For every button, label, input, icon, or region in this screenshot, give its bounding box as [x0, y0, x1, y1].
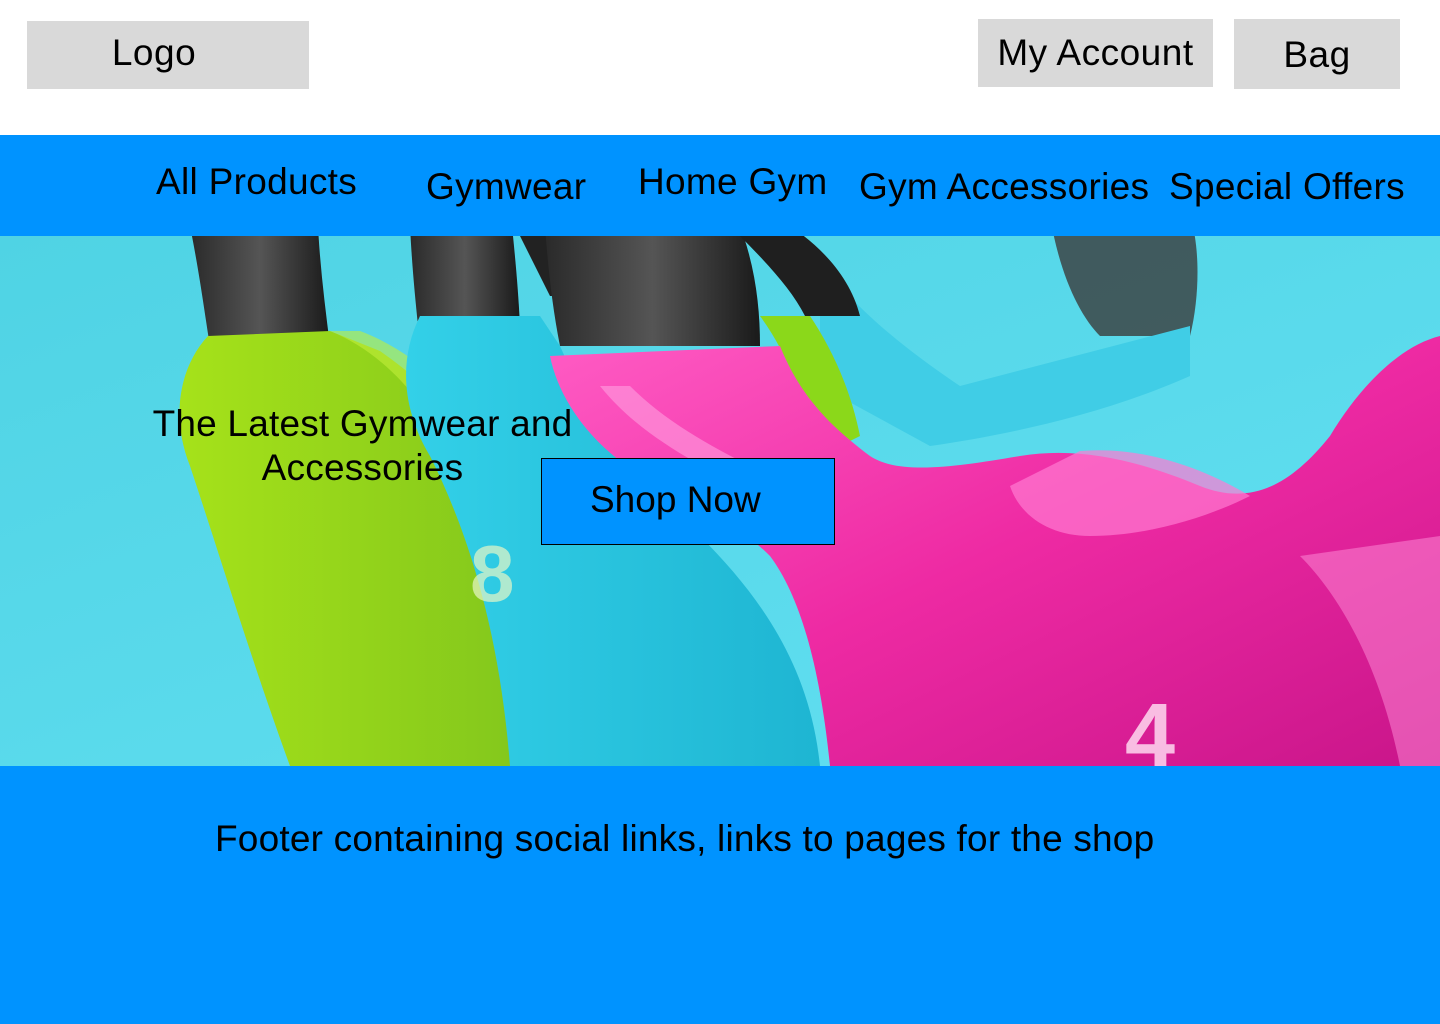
hero-title-line-2: Accessories: [261, 447, 464, 488]
shop-now-label: Shop Now: [590, 479, 761, 520]
nav-item-special-offers[interactable]: Special Offers: [1169, 168, 1405, 205]
main-navigation: All Products Gymwear Home Gym Gym Access…: [0, 135, 1440, 236]
header: Logo My Account Bag: [0, 0, 1440, 135]
bag-button[interactable]: Bag: [1234, 19, 1400, 89]
my-account-label: My Account: [997, 31, 1194, 73]
hero-title: The Latest Gymwear and Accessories: [130, 402, 595, 490]
pink-bell-number: 4: [1125, 686, 1175, 766]
logo-placeholder[interactable]: Logo: [27, 21, 309, 89]
hero-banner: 8 4 The Latest Gymwear and Accessories S…: [0, 236, 1440, 766]
nav-item-home-gym[interactable]: Home Gym: [638, 163, 827, 200]
footer: Footer containing social links, links to…: [0, 766, 1440, 1024]
green-bell-number: 8: [470, 529, 515, 618]
nav-item-all-products[interactable]: All Products: [156, 163, 357, 200]
my-account-button[interactable]: My Account: [978, 19, 1213, 87]
nav-item-gymwear[interactable]: Gymwear: [426, 168, 586, 205]
shop-now-button[interactable]: Shop Now: [541, 458, 835, 545]
page: Logo My Account Bag All Products Gymwear…: [0, 0, 1440, 1024]
bag-label: Bag: [1283, 33, 1351, 75]
logo-label: Logo: [111, 31, 197, 73]
hero-title-line-1: The Latest Gymwear and: [152, 403, 573, 444]
nav-item-gym-accessories[interactable]: Gym Accessories: [859, 168, 1149, 205]
footer-description: Footer containing social links, links to…: [215, 818, 1155, 859]
